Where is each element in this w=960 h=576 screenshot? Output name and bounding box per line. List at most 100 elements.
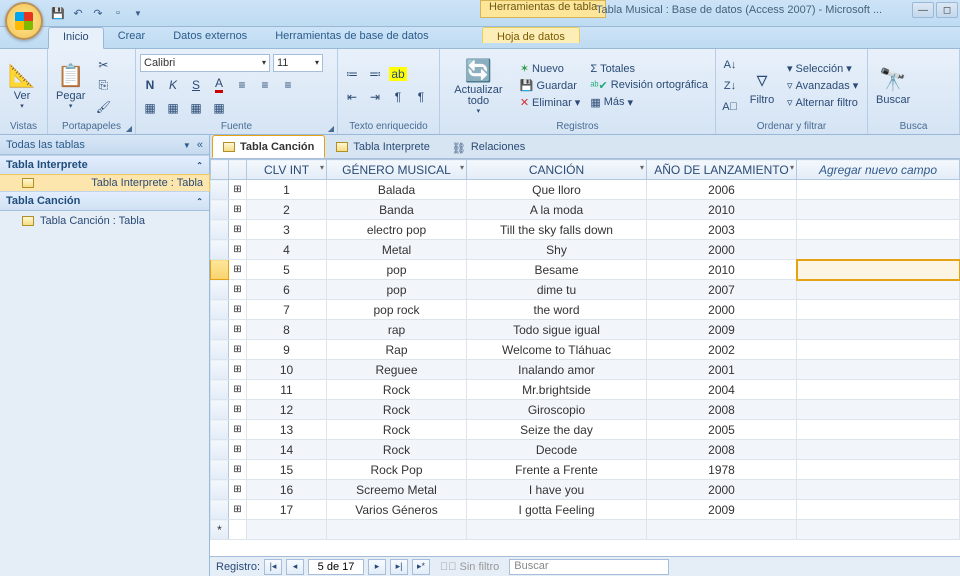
- cell-clv[interactable]: 5: [247, 260, 327, 280]
- cell-genero[interactable]: Rock: [327, 380, 467, 400]
- expand-icon[interactable]: ⊞: [229, 500, 247, 520]
- redo-icon[interactable]: ↷: [90, 5, 106, 21]
- expand-icon[interactable]: ⊞: [229, 300, 247, 320]
- table-row[interactable]: ⊞10RegueeInalando amor2001: [211, 360, 960, 380]
- row-selector[interactable]: [211, 320, 229, 340]
- cell-genero[interactable]: Varios Géneros: [327, 500, 467, 520]
- cell-clv[interactable]: 7: [247, 300, 327, 320]
- expand-icon[interactable]: ⊞: [229, 280, 247, 300]
- first-record-button[interactable]: |◂: [264, 559, 282, 575]
- gridlines-button[interactable]: ▦: [163, 98, 183, 118]
- cell-genero[interactable]: Metal: [327, 240, 467, 260]
- nav-group-cancion[interactable]: Tabla Canción⌃: [0, 191, 209, 211]
- row-selector[interactable]: [211, 480, 229, 500]
- datasheet-grid[interactable]: CLV INT▾ GÉNERO MUSICAL▾ CANCIÓN▾ AÑO DE…: [210, 159, 960, 556]
- cell-genero[interactable]: Banda: [327, 200, 467, 220]
- paste-button[interactable]: 📋Pegar▾: [52, 60, 89, 112]
- more-button[interactable]: ▦Más ▾: [587, 95, 711, 110]
- chevron-down-icon[interactable]: ▾: [640, 163, 644, 172]
- table-row[interactable]: ⊞17Varios GénerosI gotta Feeling2009: [211, 500, 960, 520]
- col-add-new[interactable]: Agregar nuevo campo: [797, 160, 960, 180]
- cell-new[interactable]: [797, 280, 960, 300]
- nav-item-interprete[interactable]: Tabla Interprete : Tabla: [0, 174, 210, 192]
- table-row[interactable]: ⊞12RockGiroscopio2008: [211, 400, 960, 420]
- alt-color-button[interactable]: ▦: [186, 98, 206, 118]
- cell-genero[interactable]: Rock Pop: [327, 460, 467, 480]
- table-row[interactable]: ⊞4MetalShy2000: [211, 240, 960, 260]
- col-cancion[interactable]: CANCIÓN▾: [467, 160, 647, 180]
- table-row[interactable]: ⊞14RockDecode2008: [211, 440, 960, 460]
- view-button[interactable]: 📐Ver▾: [4, 60, 40, 112]
- nav-item-cancion[interactable]: Tabla Canción : Tabla: [0, 211, 209, 231]
- select-all-corner[interactable]: [211, 160, 229, 180]
- expand-icon[interactable]: ⊞: [229, 260, 247, 280]
- cell-anio[interactable]: 2010: [647, 260, 797, 280]
- ltr-button[interactable]: ¶: [388, 87, 408, 107]
- expand-icon[interactable]: ⊞: [229, 200, 247, 220]
- cell-clv[interactable]: 8: [247, 320, 327, 340]
- cell-new[interactable]: [797, 220, 960, 240]
- bold-button[interactable]: N: [140, 75, 160, 95]
- chevron-down-icon[interactable]: ▾: [460, 163, 464, 172]
- indent-right-button[interactable]: ⇥: [365, 87, 385, 107]
- cell-genero[interactable]: electro pop: [327, 220, 467, 240]
- cell-clv[interactable]: 2: [247, 200, 327, 220]
- cell-genero[interactable]: Rock: [327, 420, 467, 440]
- cell-cancion[interactable]: the word: [467, 300, 647, 320]
- expand-icon[interactable]: ⊞: [229, 240, 247, 260]
- tab-hoja-datos[interactable]: Hoja de datos: [482, 27, 580, 43]
- chevron-down-icon[interactable]: ▾: [790, 163, 794, 172]
- expand-icon[interactable]: ⊞: [229, 340, 247, 360]
- cell-anio[interactable]: 2003: [647, 220, 797, 240]
- clear-sort-button[interactable]: A⃠: [720, 97, 740, 117]
- font-select[interactable]: Calibri▾: [140, 54, 270, 72]
- fill-color-button[interactable]: ▦: [140, 98, 160, 118]
- table-row[interactable]: ⊞7pop rockthe word2000: [211, 300, 960, 320]
- cell-anio[interactable]: 2007: [647, 280, 797, 300]
- row-selector[interactable]: [211, 360, 229, 380]
- cell-clv[interactable]: 4: [247, 240, 327, 260]
- cell-clv[interactable]: 6: [247, 280, 327, 300]
- selection-filter-button[interactable]: ▾Selección ▾: [784, 61, 861, 76]
- cell-new[interactable]: [797, 460, 960, 480]
- last-record-button[interactable]: ▸|: [390, 559, 408, 575]
- cut-icon[interactable]: ✂: [93, 55, 113, 75]
- bullets-button[interactable]: ≔: [342, 64, 362, 84]
- cell-cancion[interactable]: dime tu: [467, 280, 647, 300]
- cell-genero[interactable]: Rock: [327, 440, 467, 460]
- minimize-button[interactable]: —: [912, 2, 934, 18]
- table-row[interactable]: ⊞16Screemo MetalI have you2000: [211, 480, 960, 500]
- cell-cancion[interactable]: Mr.brightside: [467, 380, 647, 400]
- copy-icon[interactable]: ⎘: [93, 76, 113, 96]
- cell-clv[interactable]: 15: [247, 460, 327, 480]
- expand-icon[interactable]: ⊞: [229, 400, 247, 420]
- font-size-select[interactable]: 11▾: [273, 54, 323, 72]
- new-icon[interactable]: ▫: [110, 5, 126, 21]
- tab-inicio[interactable]: Inicio: [48, 27, 104, 49]
- cell-new[interactable]: [797, 180, 960, 200]
- italic-button[interactable]: K: [163, 75, 183, 95]
- format-painter-icon[interactable]: 🖌: [93, 97, 113, 117]
- delete-record-button[interactable]: ✕Eliminar ▾: [517, 95, 583, 110]
- cell-cancion[interactable]: Welcome to Tláhuac: [467, 340, 647, 360]
- cell-anio[interactable]: 2005: [647, 420, 797, 440]
- nav-group-interprete[interactable]: Tabla Interprete⌃: [0, 155, 209, 175]
- sort-desc-button[interactable]: Z↓: [720, 76, 740, 96]
- indent-left-button[interactable]: ⇤: [342, 87, 362, 107]
- table-row[interactable]: ⊞6popdime tu2007: [211, 280, 960, 300]
- expand-icon[interactable]: ⊞: [229, 380, 247, 400]
- row-selector[interactable]: [211, 280, 229, 300]
- cell-new[interactable]: [797, 420, 960, 440]
- cell-genero[interactable]: Reguee: [327, 360, 467, 380]
- nav-pane-header[interactable]: Todas las tablas ▼ «: [0, 135, 209, 155]
- cell-anio[interactable]: 1978: [647, 460, 797, 480]
- expand-icon[interactable]: ⊞: [229, 220, 247, 240]
- chevron-down-icon[interactable]: ▼: [183, 141, 191, 150]
- underline-button[interactable]: S: [186, 75, 206, 95]
- cell-anio[interactable]: 2009: [647, 500, 797, 520]
- cell-anio[interactable]: 2000: [647, 300, 797, 320]
- cell-new[interactable]: [797, 360, 960, 380]
- next-record-button[interactable]: ▸: [368, 559, 386, 575]
- table-row[interactable]: ⊞11RockMr.brightside2004: [211, 380, 960, 400]
- table-row[interactable]: ⊞13RockSeize the day2005: [211, 420, 960, 440]
